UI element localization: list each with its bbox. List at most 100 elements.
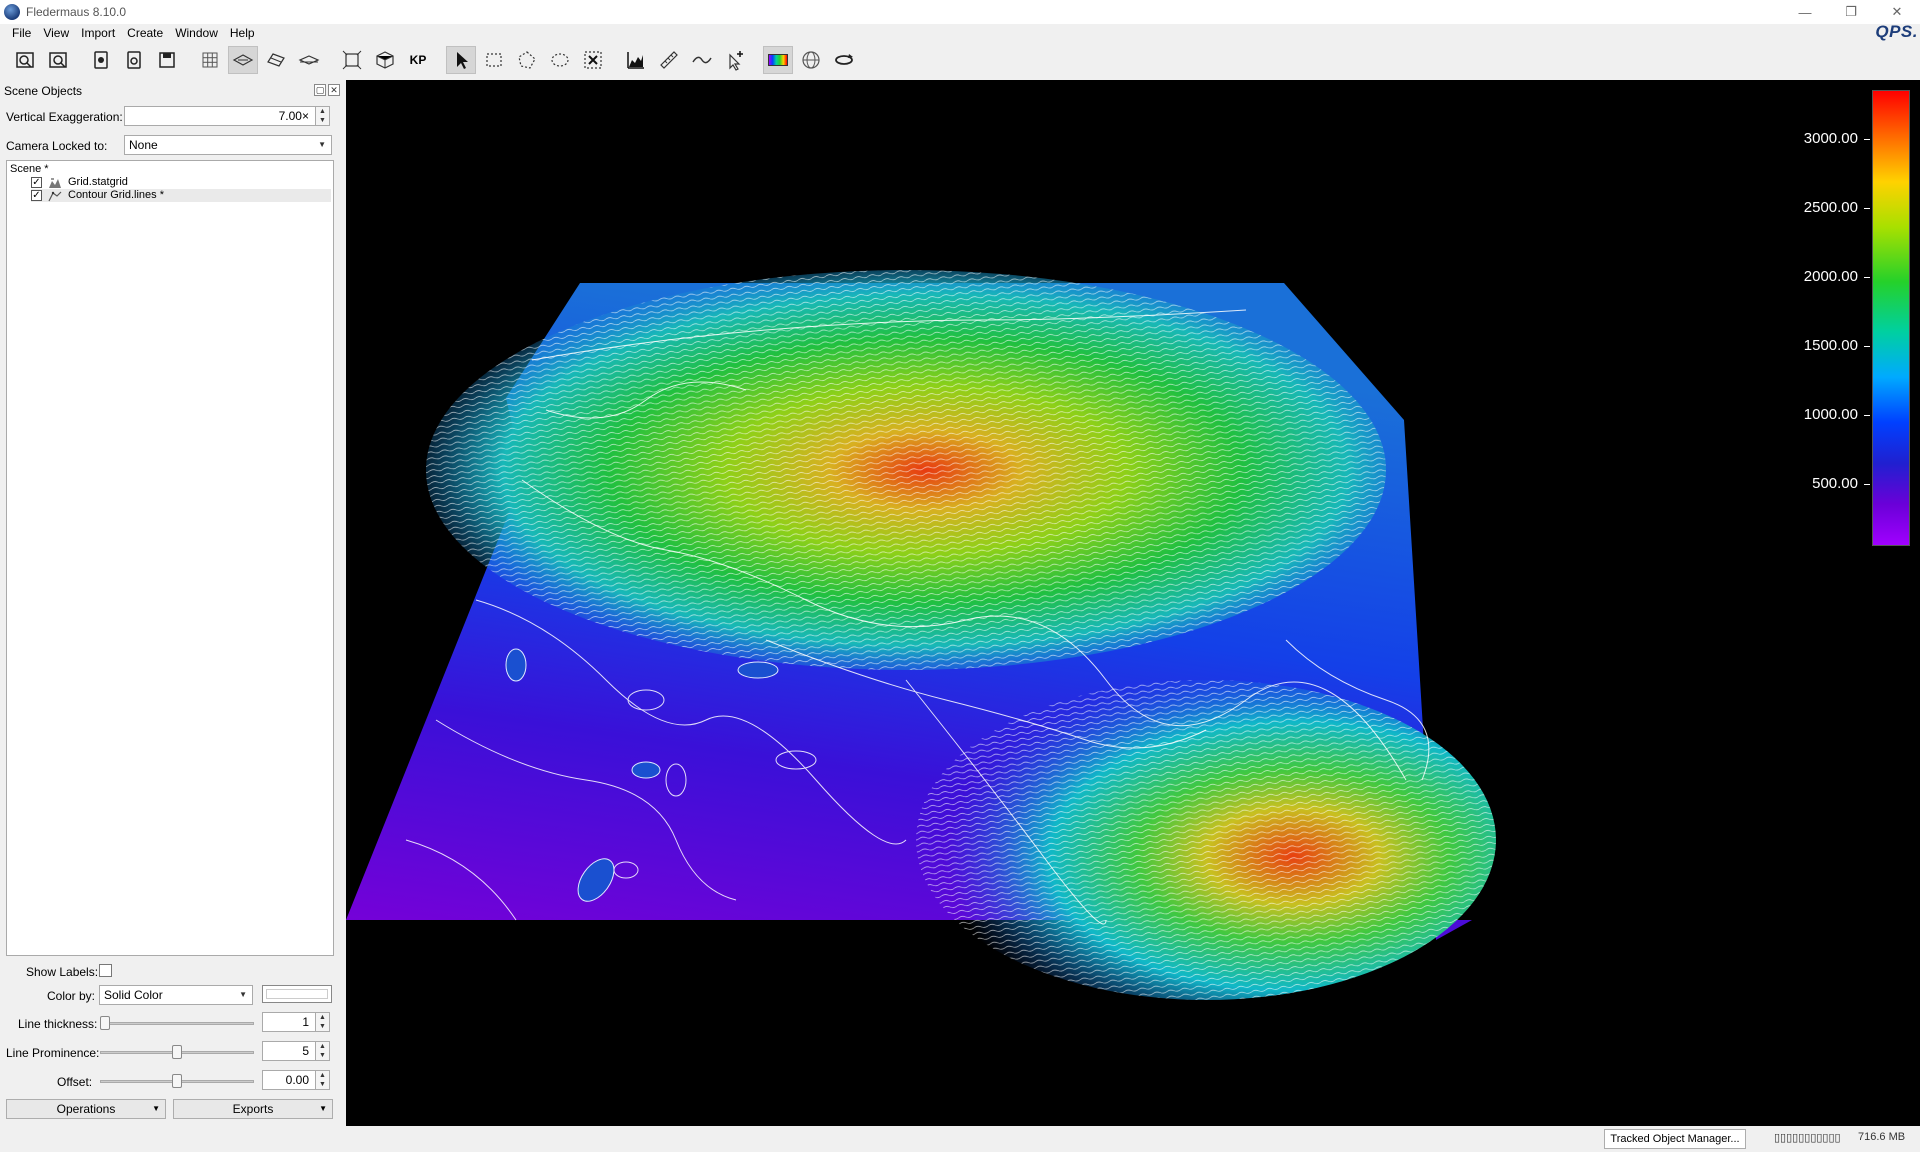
title-bar: Fledermaus 8.10.0 — ❐ ✕ xyxy=(0,0,1920,24)
menu-help[interactable]: Help xyxy=(224,24,261,42)
offset-input[interactable]: 0.00 xyxy=(262,1070,316,1090)
chevron-down-icon: ▼ xyxy=(152,1104,160,1113)
lasso-select-icon[interactable] xyxy=(545,46,575,74)
tracked-object-manager-button[interactable]: Tracked Object Manager... xyxy=(1604,1129,1746,1149)
tree-root-label: Scene * xyxy=(10,163,49,175)
offset-slider-thumb[interactable] xyxy=(172,1074,182,1088)
contour-visibility-checkbox[interactable]: ✓ xyxy=(31,190,42,201)
grid-icon[interactable] xyxy=(195,46,225,74)
colormap-icon[interactable] xyxy=(763,46,793,74)
menu-window[interactable]: Window xyxy=(169,24,224,42)
line-thickness-input[interactable]: 1 xyxy=(262,1012,316,1032)
chevron-down-icon: ▼ xyxy=(319,1104,327,1113)
tree-item-grid[interactable]: ✓ Grid.statgrid xyxy=(31,176,128,189)
colorbar-tick xyxy=(1864,415,1870,416)
panel-title: Scene Objects xyxy=(4,84,83,98)
globe-icon[interactable] xyxy=(796,46,826,74)
offset-spinner[interactable]: ▲ ▼ xyxy=(316,1070,330,1090)
plane-view-icon[interactable] xyxy=(228,46,258,74)
line-prominence-slider-thumb[interactable] xyxy=(172,1045,182,1059)
line-thickness-slider[interactable] xyxy=(100,1022,254,1025)
kp-label: KP xyxy=(409,53,427,67)
colorbar-tick xyxy=(1864,346,1870,347)
minimize-icon[interactable]: — xyxy=(1782,0,1828,24)
colorbar-tick xyxy=(1864,484,1870,485)
grid-visibility-checkbox[interactable]: ✓ xyxy=(31,177,42,188)
tree-root-scene[interactable]: Scene * xyxy=(10,163,49,176)
panel-header: Scene Objects ▢ ✕ xyxy=(4,84,340,100)
show-labels-label: Show Labels: xyxy=(26,965,99,979)
poly-select-icon[interactable] xyxy=(512,46,542,74)
window-controls: — ❐ ✕ xyxy=(1782,0,1920,24)
seamount-contours xyxy=(916,680,1496,1000)
vertical-exaggeration-spinner[interactable]: ▲ ▼ xyxy=(316,106,330,126)
app-logo-icon xyxy=(4,4,20,20)
colorbar-label-1000: 1000.00 xyxy=(1803,406,1858,423)
operations-button[interactable]: Operations ▼ xyxy=(6,1099,166,1119)
camera-locked-value: None xyxy=(129,138,158,152)
add-point-icon[interactable] xyxy=(720,46,750,74)
profile-chart-icon[interactable] xyxy=(621,46,651,74)
ruler-icon[interactable] xyxy=(654,46,684,74)
line-prominence-input[interactable]: 5 xyxy=(262,1041,316,1061)
curve-icon[interactable] xyxy=(687,46,717,74)
colorbar-label-3000: 3000.00 xyxy=(1803,130,1858,147)
open-file-icon[interactable] xyxy=(43,46,73,74)
menu-view[interactable]: View xyxy=(37,24,75,42)
line-prominence-label: Line Prominence: xyxy=(6,1046,100,1060)
open-scene-icon[interactable] xyxy=(10,46,40,74)
color-by-select[interactable]: Solid Color ▼ xyxy=(99,985,253,1005)
save-icon[interactable] xyxy=(86,46,116,74)
status-bar: Tracked Object Manager... ▯▯▯▯▯▯▯▯▯▯▯ 71… xyxy=(0,1126,1920,1152)
menu-bar: File View Import Create Window Help xyxy=(0,24,261,42)
cursor-coordinates: ▯▯▯▯▯▯▯▯▯▯▯ xyxy=(1774,1132,1841,1144)
colorbar-label-2500: 2500.00 xyxy=(1803,199,1858,216)
line-thickness-spinner[interactable]: ▲ ▼ xyxy=(316,1012,330,1032)
close-icon[interactable]: ✕ xyxy=(1874,0,1920,24)
window-title: Fledermaus 8.10.0 xyxy=(26,5,127,19)
rect-select-icon[interactable] xyxy=(479,46,509,74)
kp-icon[interactable]: KP xyxy=(403,46,433,74)
side-view-icon[interactable] xyxy=(294,46,324,74)
exports-button[interactable]: Exports ▼ xyxy=(173,1099,333,1119)
export-icon[interactable] xyxy=(152,46,182,74)
rotate-icon[interactable] xyxy=(829,46,859,74)
line-thickness-label: Line thickness: xyxy=(18,1017,98,1031)
operations-label: Operations xyxy=(56,1102,116,1116)
colorbar-tick xyxy=(1864,139,1870,140)
close-panel-icon[interactable]: ✕ xyxy=(328,84,340,96)
menu-file[interactable]: File xyxy=(6,24,37,42)
memory-usage: 716.6 MB xyxy=(1858,1131,1906,1143)
3d-viewport[interactable]: 3000.00 2500.00 2000.00 1500.00 1000.00 … xyxy=(346,80,1920,1126)
select-arrow-icon[interactable] xyxy=(446,46,476,74)
clear-selection-icon[interactable] xyxy=(578,46,608,74)
ridge-contours xyxy=(426,270,1386,670)
tree-item-contour-lines[interactable]: ✓ Contour Grid.lines * xyxy=(31,189,331,202)
save-as-icon[interactable] xyxy=(119,46,149,74)
menu-create[interactable]: Create xyxy=(121,24,169,42)
colorbar-label-2000: 2000.00 xyxy=(1803,268,1858,285)
chevron-down-icon: ▼ xyxy=(318,140,326,149)
cube-view-icon[interactable] xyxy=(370,46,400,74)
restore-icon[interactable]: ❐ xyxy=(1828,0,1874,24)
tree-item-grid-label: Grid.statgrid xyxy=(68,176,128,188)
terrain-render[interactable] xyxy=(346,80,1920,1126)
line-thickness-slider-thumb[interactable] xyxy=(100,1016,110,1030)
line-color-swatch[interactable] xyxy=(262,985,332,1003)
line-prominence-spinner[interactable]: ▲ ▼ xyxy=(316,1041,330,1061)
colorbar-tick xyxy=(1864,208,1870,209)
color-by-label: Color by: xyxy=(47,989,96,1003)
tilt-view-icon[interactable] xyxy=(261,46,291,74)
brand-logo: QPS. xyxy=(1875,22,1918,41)
float-panel-icon[interactable]: ▢ xyxy=(314,84,326,96)
tree-item-contour-label: Contour Grid.lines * xyxy=(68,189,164,201)
camera-locked-select[interactable]: None ▼ xyxy=(124,135,332,155)
main-toolbar: KP xyxy=(0,44,1920,76)
scene-tree[interactable]: Scene * ✓ Grid.statgrid ✓ Contour Grid.l… xyxy=(6,160,334,956)
vertical-exaggeration-input[interactable]: 7.00× xyxy=(124,106,316,126)
grid-object-icon xyxy=(49,178,61,188)
exports-label: Exports xyxy=(232,1102,274,1116)
menu-import[interactable]: Import xyxy=(75,24,121,42)
fit-bounds-icon[interactable] xyxy=(337,46,367,74)
show-labels-checkbox[interactable] xyxy=(99,964,112,977)
